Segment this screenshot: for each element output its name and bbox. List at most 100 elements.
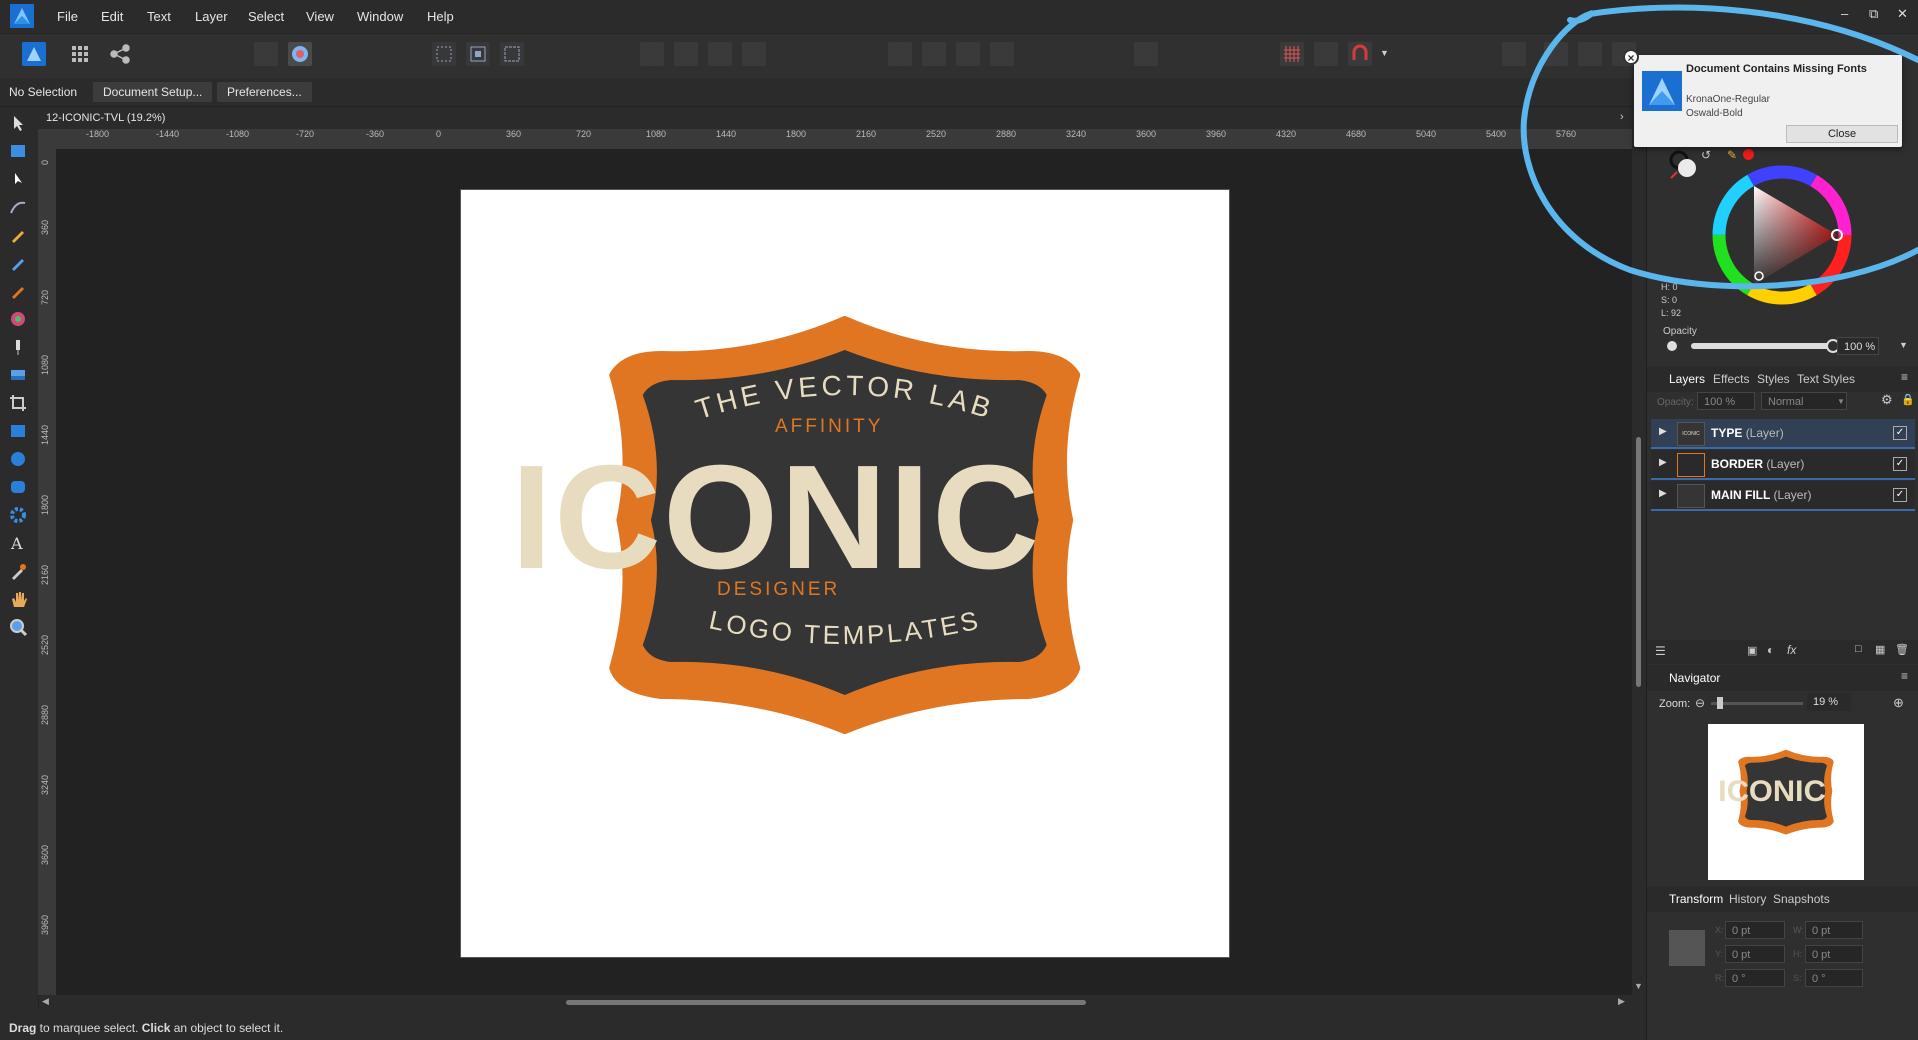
tab-snapshots[interactable]: Snapshots <box>1773 892 1830 906</box>
fill-tool-icon[interactable] <box>8 309 28 329</box>
insert-top-icon[interactable] <box>674 42 698 66</box>
assistant-icon[interactable] <box>254 42 278 66</box>
scroll-down-icon[interactable]: ▼ <box>1634 981 1643 991</box>
pencil-tool-icon[interactable] <box>8 253 28 273</box>
navigator-preview[interactable]: ICONIC <box>1708 724 1864 880</box>
adjustment-icon[interactable]: ◐ <box>1767 643 1774 657</box>
x-field[interactable]: 0 pt <box>1725 921 1785 939</box>
opacity-dropdown-icon[interactable]: ▼ <box>1899 340 1908 350</box>
zoom-value-field[interactable]: 19 % <box>1807 693 1851 711</box>
designer-persona-icon[interactable] <box>22 42 46 66</box>
delete-layer-icon[interactable]: 🗑 <box>1895 643 1909 656</box>
h-field[interactable]: 0 pt <box>1805 945 1863 963</box>
panel-menu-icon[interactable]: ≡ <box>1901 370 1908 384</box>
rectangle-tool-icon[interactable] <box>8 421 28 441</box>
visibility-checkbox[interactable]: ✓ <box>1893 488 1907 502</box>
grid-icon[interactable] <box>1280 42 1304 66</box>
w-field[interactable]: 0 pt <box>1805 921 1863 939</box>
shear-field[interactable]: 0 ° <box>1805 969 1863 987</box>
zoom-tool-icon[interactable] <box>8 617 28 637</box>
zoom-in-icon[interactable]: ⊕ <box>1893 695 1904 711</box>
tab-navigator[interactable]: Navigator <box>1669 671 1720 685</box>
transform-origin-icon[interactable] <box>432 42 456 66</box>
snapping-icon[interactable] <box>1348 42 1372 66</box>
rotation-field[interactable]: 0 ° <box>1725 969 1785 987</box>
zoom-slider-knob[interactable] <box>1717 697 1723 709</box>
opacity-slider[interactable] <box>1691 339 1840 353</box>
layer-row-type[interactable]: ▶ ICONIC TYPE (Layer) ✓ <box>1651 419 1915 449</box>
panel-menu-icon[interactable]: ≡ <box>1901 669 1908 683</box>
zoom-out-icon[interactable]: ⊖ <box>1695 696 1705 710</box>
menu-help[interactable]: Help <box>427 9 454 24</box>
snapping-dropdown-icon[interactable]: ▼ <box>1380 48 1389 58</box>
tab-styles[interactable]: Styles <box>1757 372 1790 386</box>
export-persona-icon[interactable] <box>108 42 132 66</box>
menu-text[interactable]: Text <box>147 9 171 24</box>
zoom-slider[interactable] <box>1711 697 1803 709</box>
artboard[interactable]: THE VECTOR LAB AFFINITY ICONIC DESIGNER … <box>460 189 1230 958</box>
opacity-value-field[interactable]: 100 % <box>1837 337 1879 355</box>
insert-behind-icon[interactable] <box>640 42 664 66</box>
mask-icon[interactable]: ▣ <box>1747 644 1757 657</box>
menu-file[interactable]: File <box>57 9 78 24</box>
menu-view[interactable]: View <box>306 9 334 24</box>
artistic-text-tool-icon[interactable]: A <box>8 533 28 553</box>
add-layer-icon[interactable]: □ <box>1855 643 1862 655</box>
layers-stack-icon[interactable]: ☰ <box>1655 644 1666 658</box>
crop-tool-icon[interactable] <box>8 393 28 413</box>
layer-opacity-field[interactable]: 100 % <box>1697 392 1755 410</box>
flip-horizontal-icon[interactable] <box>888 42 912 66</box>
pen-tool-icon[interactable] <box>8 225 28 245</box>
cog-shape-tool-icon[interactable] <box>8 505 28 525</box>
menu-select[interactable]: Select <box>248 9 284 24</box>
tab-effects[interactable]: Effects <box>1713 372 1749 386</box>
transparency-tool-icon[interactable] <box>8 337 28 357</box>
tab-transform[interactable]: Transform <box>1669 892 1723 906</box>
layer-settings-gear-icon[interactable]: ⚙ <box>1881 392 1893 408</box>
visibility-checkbox[interactable]: ✓ <box>1893 426 1907 440</box>
hand-tool-icon[interactable] <box>8 589 28 609</box>
align-icon[interactable] <box>1134 42 1158 66</box>
select-same-icon[interactable] <box>466 42 490 66</box>
expand-arrow-icon[interactable]: ▶ <box>1659 426 1667 437</box>
ellipse-tool-icon[interactable] <box>8 449 28 469</box>
rounded-rectangle-tool-icon[interactable] <box>8 477 28 497</box>
horizontal-scroll-thumb[interactable] <box>566 1000 1086 1005</box>
preferences-button[interactable]: Preferences... <box>217 82 312 102</box>
scroll-left-icon[interactable]: ◀ <box>42 996 49 1007</box>
affinity-designer-logo-icon[interactable] <box>10 4 34 28</box>
artboard-tool-icon[interactable] <box>8 141 28 161</box>
expand-arrow-icon[interactable]: ▶ <box>1659 457 1667 468</box>
visibility-checkbox[interactable]: ✓ <box>1893 457 1907 471</box>
rotate-right-icon[interactable] <box>990 42 1014 66</box>
snapping-options-icon[interactable] <box>1314 42 1338 66</box>
scroll-right-icon[interactable]: ▶ <box>1618 996 1625 1007</box>
document-tab[interactable]: 12-ICONIC-TVL (19.2%) › <box>38 107 1632 129</box>
color-picker-tool-icon[interactable] <box>8 561 28 581</box>
vector-brush-tool-icon[interactable] <box>8 281 28 301</box>
lock-icon[interactable]: 🔒 <box>1901 393 1915 406</box>
flip-vertical-icon[interactable] <box>922 42 946 66</box>
logo-artwork[interactable]: THE VECTOR LAB AFFINITY ICONIC DESIGNER … <box>461 190 1229 957</box>
blend-mode-dropdown-icon[interactable]: ▼ <box>1837 397 1845 406</box>
blend-mode-select[interactable]: Normal <box>1761 392 1847 410</box>
tab-history[interactable]: History <box>1729 892 1766 906</box>
anchor-point-selector[interactable] <box>1669 930 1705 966</box>
move-tool-icon[interactable] <box>8 113 28 133</box>
menu-layer[interactable]: Layer <box>195 9 228 24</box>
point-transform-tool-icon[interactable] <box>8 197 28 217</box>
layer-row-border[interactable]: ▶ BORDER (Layer) ✓ <box>1651 450 1915 480</box>
node-tool-icon[interactable] <box>8 169 28 189</box>
place-image-tool-icon[interactable] <box>8 365 28 385</box>
menu-window[interactable]: Window <box>357 9 403 24</box>
vertical-scroll-thumb[interactable] <box>1636 437 1641 687</box>
fx-icon[interactable]: fx <box>1787 643 1796 657</box>
pixel-persona-icon[interactable] <box>68 42 92 66</box>
snapping-magnet-icon[interactable] <box>288 42 312 66</box>
document-setup-button[interactable]: Document Setup... <box>93 82 213 102</box>
insert-inside-icon[interactable] <box>708 42 732 66</box>
tab-text-styles[interactable]: Text Styles <box>1797 372 1855 386</box>
select-object-icon[interactable] <box>500 42 524 66</box>
add-group-icon[interactable]: ▦ <box>1875 643 1885 656</box>
rotate-left-icon[interactable] <box>956 42 980 66</box>
